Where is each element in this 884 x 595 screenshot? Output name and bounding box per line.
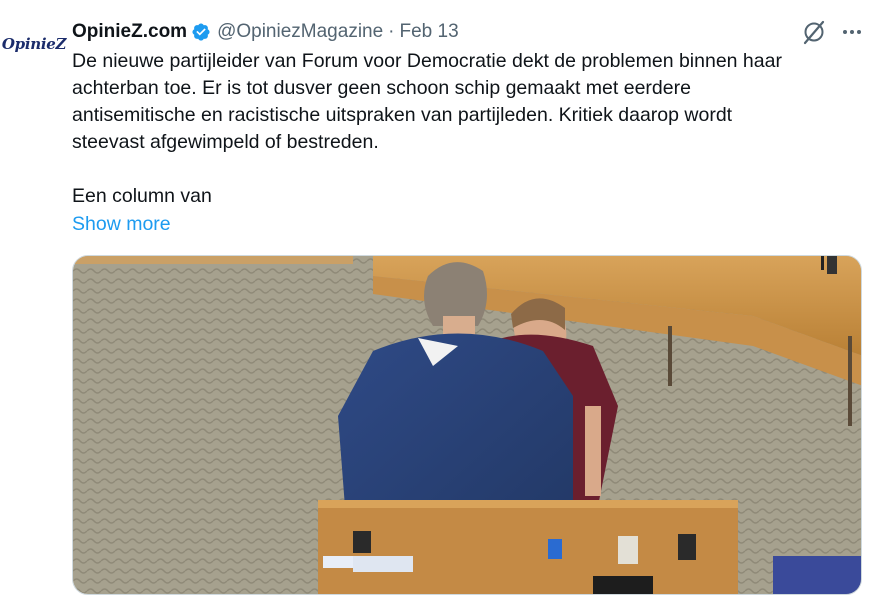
tweet-text-line: Een column van (72, 185, 212, 207)
tweet-text-line: steevast afgewimpeld of bestreden. (72, 131, 379, 153)
avatar-logo-text: OpinieZ (1, 35, 67, 53)
more-dot (857, 30, 861, 34)
more-dot (850, 30, 854, 34)
media-photo (73, 256, 861, 594)
avatar[interactable]: OpinieZ (1, 24, 67, 64)
grok-icon[interactable] (800, 18, 828, 46)
tweet-text: De nieuwe partijleider van Forum voor De… (72, 48, 862, 210)
tweet-date[interactable]: Feb 13 (400, 21, 459, 43)
tweet-text-line: antisemitische en racistische uitspraken… (72, 104, 733, 126)
tweet-text-line: De nieuwe partijleider van Forum voor De… (72, 50, 782, 72)
show-more-link[interactable]: Show more (72, 211, 171, 238)
author-handle[interactable]: @OpiniezMagazine (217, 21, 383, 43)
more-options-icon[interactable] (838, 18, 866, 46)
more-dot (843, 30, 847, 34)
tweet-media-image[interactable] (72, 255, 862, 595)
tweet-header: OpinieZ.com @OpiniezMagazine · Feb 13 (72, 20, 459, 44)
author-name[interactable]: OpinieZ.com (72, 21, 187, 43)
header-separator: · (388, 21, 395, 42)
verified-badge-icon[interactable] (191, 22, 211, 42)
tweet-card[interactable]: OpinieZ OpinieZ.com @OpiniezMagazine · F… (0, 0, 884, 595)
tweet-text-line: achterban toe. Er is tot dusver geen sch… (72, 77, 691, 99)
